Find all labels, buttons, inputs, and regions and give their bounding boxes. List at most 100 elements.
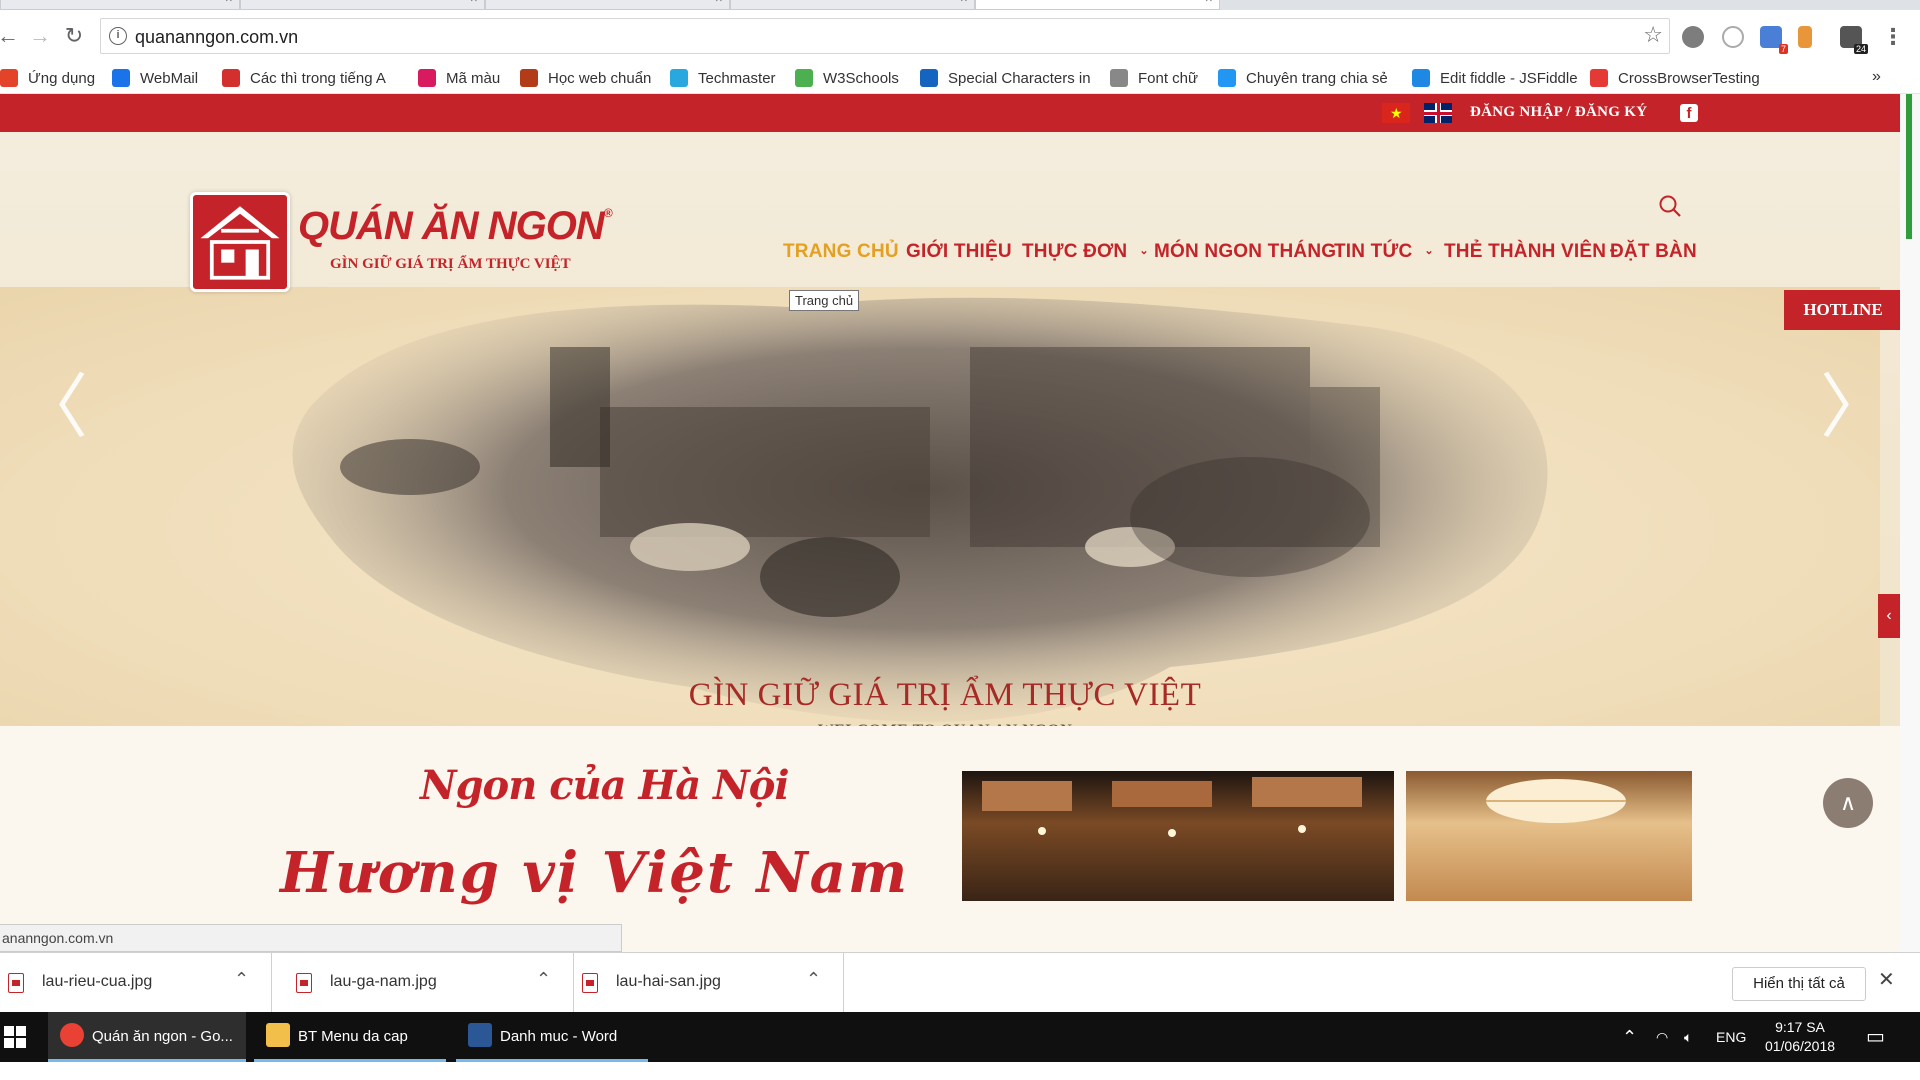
- taskbar-app[interactable]: Danh muc - Word: [456, 1012, 648, 1062]
- extension-icon[interactable]: 24: [1840, 26, 1868, 54]
- apps-icon: [0, 69, 18, 87]
- extension-icon[interactable]: [1682, 26, 1704, 48]
- logo-name[interactable]: QUÁN ĂN NGON®: [298, 204, 613, 249]
- browser-tab[interactable]: ✕: [0, 0, 240, 10]
- nav-item-1[interactable]: GIỚI THIỆU: [906, 241, 1012, 263]
- extension-icon[interactable]: [1722, 26, 1744, 48]
- bookmark-9[interactable]: Chuyên trang chia sẻ: [1218, 68, 1388, 90]
- back-to-top-button[interactable]: ∧: [1823, 778, 1873, 828]
- nav-item-5[interactable]: THẺ THÀNH VIÊN: [1444, 241, 1606, 263]
- nav-item-6[interactable]: ĐẶT BÀN: [1610, 241, 1697, 263]
- nav-label: TRANG CHỦ: [783, 241, 899, 262]
- browser-tab-active[interactable]: ✕: [975, 0, 1220, 10]
- search-icon[interactable]: [1658, 194, 1682, 218]
- browser-tab[interactable]: ✕: [485, 0, 730, 10]
- browser-menu-icon[interactable]: ⋮: [1882, 24, 1904, 50]
- bookmark-3[interactable]: Mã màu: [418, 68, 500, 90]
- extension-icon[interactable]: [1798, 26, 1812, 48]
- close-tab-icon[interactable]: ✕: [1205, 0, 1213, 5]
- nav-item-3[interactable]: MÓN NGON THÁNG: [1154, 241, 1336, 263]
- mail-icon: [112, 69, 130, 87]
- download-menu-chevron-icon[interactable]: ⌃: [234, 969, 249, 990]
- taskbar-app[interactable]: BT Menu da cap: [254, 1012, 446, 1062]
- bookmark-1[interactable]: WebMail: [112, 68, 198, 90]
- x3-icon: [222, 69, 240, 87]
- forward-icon[interactable]: →: [26, 22, 54, 50]
- browser-tab[interactable]: ✕: [730, 0, 975, 10]
- reload-icon[interactable]: ↻: [60, 22, 88, 50]
- word-icon: [468, 1023, 492, 1047]
- logo-emblem[interactable]: [190, 192, 290, 292]
- download-menu-chevron-icon[interactable]: ⌃: [536, 969, 551, 990]
- site-info-icon[interactable]: i: [109, 27, 127, 45]
- volume-icon[interactable]: 🔈︎: [1684, 1012, 1692, 1062]
- extension-icon[interactable]: 7: [1760, 26, 1788, 54]
- login-register-link[interactable]: ĐĂNG NHẬP / ĐĂNG KÝ: [1470, 104, 1647, 121]
- nav-item-0[interactable]: TRANG CHỦ: [783, 241, 899, 263]
- bookmark-6[interactable]: W3Schools: [795, 68, 899, 90]
- website: ★ ĐĂNG NHẬP / ĐĂNG KÝ f 〈 〉 GÌN GIỮ GIÁ …: [0, 94, 1900, 952]
- download-item[interactable]: lau-ga-nam.jpg ⌃: [288, 953, 574, 1013]
- slider-next-arrow-icon[interactable]: 〉: [1820, 372, 1890, 442]
- bookmark-11[interactable]: CrossBrowserTesting: [1590, 68, 1760, 90]
- bookmark-label: Học web chuẩn: [548, 70, 652, 87]
- bookmarks-bar: Ứng dụng WebMail Các thì trong tiếng A Mã m…: [0, 62, 1920, 94]
- browser-tab[interactable]: ✕: [240, 0, 485, 10]
- download-item[interactable]: lau-hai-san.jpg ⌃: [574, 953, 844, 1013]
- slider-prev-arrow-icon[interactable]: 〈: [18, 372, 88, 442]
- bookmark-8[interactable]: Font chữ: [1110, 68, 1198, 90]
- language-indicator[interactable]: ENG: [1716, 1012, 1746, 1062]
- browser-toolbar: ← → ↻ i quananngon.com.vn ☆ 7 24 ⋮: [0, 10, 1920, 62]
- download-filename: lau-hai-san.jpg: [616, 973, 721, 990]
- system-clock[interactable]: 9:17 SA 01/06/2018: [1760, 1018, 1840, 1056]
- taskbar-app[interactable]: Quán ăn ngon - Go...: [48, 1012, 246, 1062]
- address-bar[interactable]: i quananngon.com.vn ☆: [100, 18, 1670, 54]
- bookmark-2[interactable]: Các thì trong tiếng A: [222, 68, 386, 90]
- bookmarks-overflow-icon[interactable]: »: [1872, 68, 1881, 86]
- bookmark-0[interactable]: Ứng dụng: [0, 68, 95, 90]
- show-all-downloads-button[interactable]: Hiển thị tất cả: [1732, 967, 1866, 1001]
- bookmark-4[interactable]: Học web chuẩn: [520, 68, 651, 90]
- vietnamese-flag-icon[interactable]: ★: [1382, 103, 1410, 123]
- screen-bottom: [0, 1062, 1920, 1080]
- close-tab-icon[interactable]: ✕: [960, 0, 968, 5]
- bookmark-star-icon[interactable]: ☆: [1643, 22, 1663, 48]
- english-flag-icon[interactable]: [1424, 103, 1452, 123]
- close-tab-icon[interactable]: ✕: [225, 0, 233, 5]
- facebook-icon[interactable]: f: [1680, 104, 1698, 122]
- bookmark-label: Các thì trong tiếng A: [250, 70, 386, 87]
- nav-tooltip: Trang chủ: [789, 290, 860, 311]
- hotline-button[interactable]: HOTLINE: [1784, 290, 1900, 330]
- side-panel-toggle-icon[interactable]: ‹: [1878, 594, 1900, 638]
- bookmark-label: CrossBrowserTesting: [1618, 70, 1760, 87]
- nav-item-2[interactable]: THỰC ĐƠN ⌄: [1022, 241, 1149, 263]
- close-tab-icon[interactable]: ✕: [470, 0, 478, 5]
- taskbar-app-label: BT Menu da cap: [298, 1028, 408, 1045]
- close-tab-icon[interactable]: ✕: [715, 0, 723, 5]
- download-menu-chevron-icon[interactable]: ⌃: [806, 969, 821, 990]
- wifi-icon[interactable]: ◠: [1656, 1012, 1668, 1062]
- nav-item-4[interactable]: TIN TỨC ⌄: [1334, 241, 1434, 263]
- url-text[interactable]: quananngon.com.vn: [135, 27, 298, 48]
- nav-label: MÓN NGON THÁNG: [1154, 241, 1337, 262]
- bookmark-10[interactable]: Edit fiddle - JSFiddle: [1412, 68, 1578, 90]
- tray-chevron-icon[interactable]: ⌃: [1622, 1012, 1637, 1062]
- action-center-icon[interactable]: ▭: [1866, 1012, 1885, 1062]
- close-downloads-icon[interactable]: ✕: [1878, 967, 1895, 992]
- bookmark-7[interactable]: Special Characters in: [920, 68, 1091, 90]
- restaurant-interior-photo[interactable]: [962, 771, 1394, 901]
- windows-taskbar: Quán ăn ngon - Go... BT Menu da cap Danh m…: [0, 1012, 1920, 1062]
- restaurant-lamp-photo[interactable]: [1406, 771, 1692, 901]
- nav-label: TIN TỨC: [1334, 241, 1413, 262]
- download-item[interactable]: lau-rieu-cua.jpg ⌃: [0, 953, 272, 1013]
- screen: ✕ ✕ ✕ ✕ ✕ ← → ↻ i quananngon.com.vn ☆ 7 …: [0, 0, 1920, 1080]
- back-icon[interactable]: ←: [0, 22, 22, 50]
- globe-icon: [1218, 69, 1236, 87]
- w3-icon: [795, 69, 813, 87]
- bookmark-5[interactable]: Techmaster: [670, 68, 776, 90]
- chevron-down-icon: ⌄: [1139, 245, 1149, 257]
- cloud-icon: [1412, 69, 1430, 87]
- bookmark-label: Special Characters in: [948, 70, 1091, 87]
- windows-start-icon[interactable]: [4, 1026, 26, 1048]
- image-file-icon: [582, 973, 598, 993]
